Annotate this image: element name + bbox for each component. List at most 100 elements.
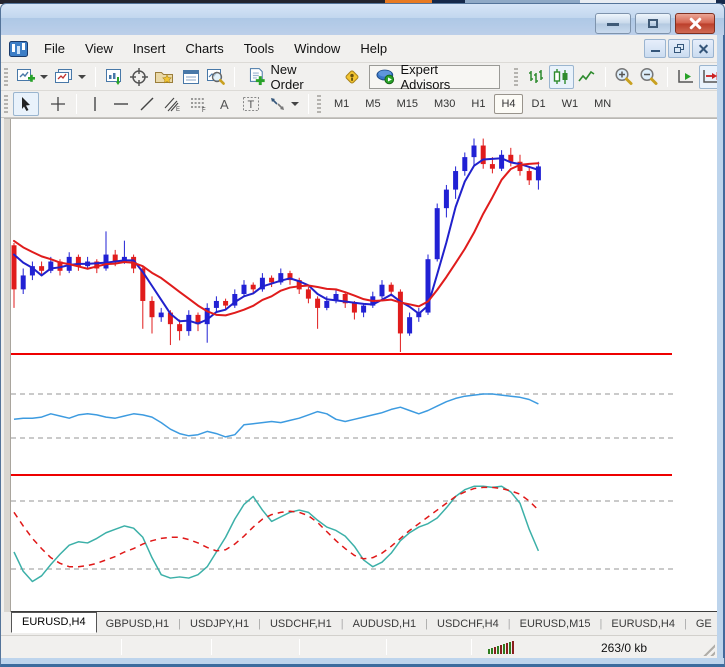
new-chart-button[interactable] xyxy=(13,65,39,89)
chart-tab[interactable]: AUDUSD,H1 xyxy=(344,615,426,633)
timeframe-button-m5[interactable]: M5 xyxy=(358,94,387,114)
navigator-icon xyxy=(154,68,175,86)
metaeditor-button[interactable] xyxy=(339,65,365,89)
menu-item-insert[interactable]: Insert xyxy=(123,37,176,60)
chart-tab[interactable]: USDCHF,H1 xyxy=(261,615,341,633)
crosshair-tool-button[interactable] xyxy=(45,92,71,116)
strategy-tester-button[interactable] xyxy=(203,65,229,89)
menu-item-charts[interactable]: Charts xyxy=(175,37,233,60)
chart-restore-button[interactable] xyxy=(668,39,690,58)
candlestick-chart-button[interactable] xyxy=(549,65,575,89)
profiles-icon xyxy=(54,68,74,86)
connection-status-icon xyxy=(488,640,514,654)
menu-item-file[interactable]: File xyxy=(34,37,75,60)
window-bottom-border xyxy=(0,658,725,667)
chart-tab[interactable]: GE xyxy=(687,615,721,633)
window-minimize-button[interactable] xyxy=(595,13,631,34)
toolbar-grip[interactable] xyxy=(4,68,8,86)
equidistant-channel-icon: E xyxy=(164,96,182,112)
rsi-indicator-pane[interactable] xyxy=(11,356,717,474)
expert-advisors-button[interactable]: Expert Advisors xyxy=(369,65,500,89)
candlestick-chart-icon xyxy=(552,68,570,86)
window-maximize-button[interactable] xyxy=(635,13,671,34)
chart-tab[interactable]: USDCHF,H4 xyxy=(428,615,508,633)
expert-advisors-icon xyxy=(376,68,396,85)
horizontal-line-icon xyxy=(113,97,129,111)
text-icon: A xyxy=(218,97,232,112)
chart-tab-bar: EURUSD,H4GBPUSD,H1|USDJPY,H1|USDCHF,H1|A… xyxy=(1,612,717,635)
profiles-dropdown[interactable] xyxy=(78,75,86,79)
strategy-tester-icon xyxy=(206,68,226,86)
timeframe-button-d1[interactable]: D1 xyxy=(525,94,553,114)
expert-advisors-label: Expert Advisors xyxy=(400,62,489,92)
menu-item-help[interactable]: Help xyxy=(350,37,397,60)
timeframe-button-h1[interactable]: H1 xyxy=(464,94,492,114)
profiles-button[interactable] xyxy=(52,65,78,89)
menu-item-tools[interactable]: Tools xyxy=(234,37,284,60)
traffic-counter: 263/0 kb xyxy=(601,641,647,655)
terminal-button[interactable] xyxy=(178,65,204,89)
menu-item-window[interactable]: Window xyxy=(284,37,350,60)
bar-chart-button[interactable] xyxy=(523,65,549,89)
timeframe-toolbar: M1M5M15M30H1H4D1W1MN xyxy=(326,94,619,114)
chart-tab[interactable]: GBPUSD,H1 xyxy=(97,615,179,633)
arrows-dropdown[interactable] xyxy=(291,102,299,106)
window-close-button[interactable] xyxy=(675,13,715,34)
trendline-tool-button[interactable] xyxy=(134,92,160,116)
chart-tab[interactable]: USDJPY,H1 xyxy=(181,615,258,633)
zoom-in-button[interactable] xyxy=(611,65,637,89)
chart-close-button[interactable] xyxy=(692,39,714,58)
menu-item-view[interactable]: View xyxy=(75,37,123,60)
navigator-button[interactable] xyxy=(152,65,178,89)
text-tool-button[interactable]: A xyxy=(212,92,238,116)
fibonacci-icon: F xyxy=(190,96,208,112)
chart-tab-active[interactable]: EURUSD,H4 xyxy=(11,612,97,633)
chart-tab[interactable]: EURUSD,H4 xyxy=(602,615,684,633)
mt4-window: FileViewInsertChartsToolsWindowHelp xyxy=(0,0,725,667)
cursor-tool-button[interactable] xyxy=(13,92,39,116)
status-bar: 263/0 kb xyxy=(1,635,717,658)
crosshair-icon xyxy=(50,96,66,112)
timeframe-button-w1[interactable]: W1 xyxy=(555,94,586,114)
new-order-button[interactable]: New Order xyxy=(240,60,339,94)
timeframe-button-m1[interactable]: M1 xyxy=(327,94,356,114)
text-label-icon: T xyxy=(242,96,260,112)
horizontal-line-tool-button[interactable] xyxy=(108,92,134,116)
resize-grip[interactable] xyxy=(700,641,715,656)
zoom-out-button[interactable] xyxy=(636,65,662,89)
fibonacci-tool-button[interactable]: F xyxy=(186,92,212,116)
market-watch-button[interactable] xyxy=(101,65,127,89)
timeframe-button-m30[interactable]: M30 xyxy=(427,94,462,114)
metaeditor-icon xyxy=(342,67,362,87)
new-chart-dropdown[interactable] xyxy=(40,75,48,79)
line-chart-button[interactable] xyxy=(574,65,600,89)
svg-text:E: E xyxy=(176,107,180,112)
auto-scroll-button[interactable] xyxy=(673,65,699,89)
menu-bar: FileViewInsertChartsToolsWindowHelp xyxy=(1,35,724,63)
chart-minimize-button[interactable] xyxy=(644,39,666,58)
zoom-out-icon xyxy=(639,67,659,86)
timeframe-button-m15[interactable]: M15 xyxy=(390,94,425,114)
stochastic-indicator-pane[interactable] xyxy=(11,477,717,610)
cursor-icon xyxy=(19,96,33,112)
svg-text:A: A xyxy=(220,97,229,112)
pane-separator[interactable] xyxy=(11,474,672,476)
timeframe-button-h4[interactable]: H4 xyxy=(494,94,522,114)
equidistant-channel-tool-button[interactable]: E xyxy=(160,92,186,116)
text-label-tool-button[interactable]: T xyxy=(238,92,264,116)
arrows-tool-button[interactable] xyxy=(264,92,290,116)
chart-tab[interactable]: EURUSD,M15 xyxy=(511,615,600,633)
standard-toolbar: New Order Expert Advisors xyxy=(1,63,724,91)
new-chart-icon xyxy=(16,68,36,86)
trendline-icon xyxy=(139,96,155,112)
chart-left-gutter xyxy=(4,119,11,613)
svg-text:T: T xyxy=(248,99,255,111)
pane-separator[interactable] xyxy=(11,353,672,355)
menu-items: FileViewInsertChartsToolsWindowHelp xyxy=(34,37,397,60)
auto-scroll-icon xyxy=(676,68,696,86)
price-chart-pane[interactable] xyxy=(11,119,717,353)
data-window-button[interactable] xyxy=(127,65,153,89)
vertical-line-tool-button[interactable] xyxy=(82,92,108,116)
mdi-window-controls xyxy=(644,39,714,58)
timeframe-button-mn[interactable]: MN xyxy=(587,94,618,114)
